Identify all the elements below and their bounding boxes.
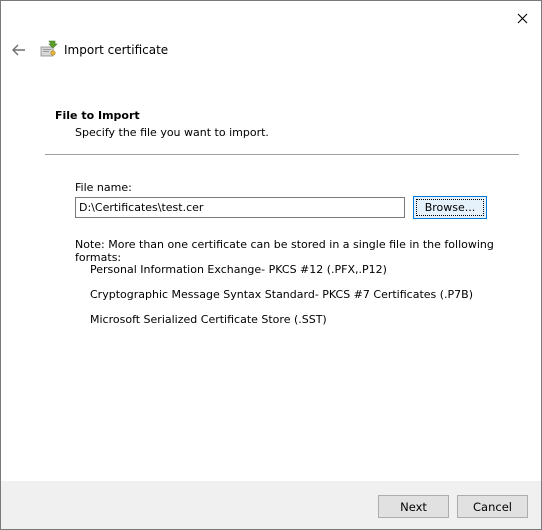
browse-button[interactable]: Browse... xyxy=(413,196,487,219)
next-button[interactable]: Next xyxy=(378,495,449,518)
cancel-button[interactable]: Cancel xyxy=(457,495,528,518)
import-certificate-dialog: Import certificate File to Import Specif… xyxy=(0,0,542,530)
page-heading: File to Import xyxy=(55,109,140,122)
certificate-icon xyxy=(40,40,58,57)
page-subheading: Specify the file you want to import. xyxy=(75,126,269,139)
close-icon xyxy=(517,13,527,23)
back-arrow-icon xyxy=(12,44,25,56)
divider xyxy=(45,154,519,155)
file-name-input[interactable] xyxy=(75,197,405,218)
file-name-label: File name: xyxy=(75,181,132,194)
formats-note: Note: More than one certificate can be s… xyxy=(75,238,494,264)
format-item: Microsoft Serialized Certificate Store (… xyxy=(90,313,327,326)
close-button[interactable] xyxy=(507,5,537,31)
back-button[interactable] xyxy=(9,39,29,61)
format-item: Cryptographic Message Syntax Standard- P… xyxy=(90,288,474,301)
format-item: Personal Information Exchange- PKCS #12 … xyxy=(90,263,387,276)
dialog-title: Import certificate xyxy=(64,43,169,57)
